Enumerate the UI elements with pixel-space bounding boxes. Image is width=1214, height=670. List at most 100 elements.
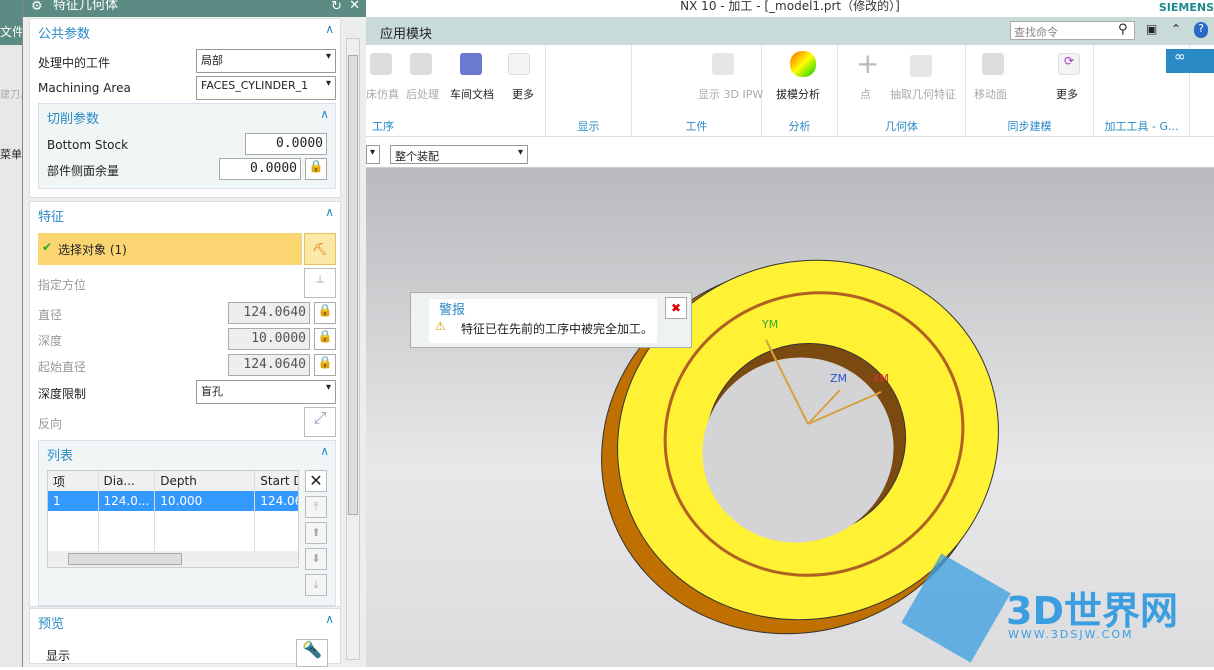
ribbon-tab-bar: 应用模块 查找命令 ⚲ ▣ ⌃ ? (366, 17, 1214, 45)
group-label: 工件 (685, 120, 708, 133)
section-header[interactable]: 切削参数 (47, 108, 99, 127)
machine-sim-button[interactable]: 床仿真 (366, 86, 399, 102)
graphics-viewport[interactable]: YM ZM XM 3D世界网 WWW.3DSJW.COM (366, 168, 1214, 667)
gear-icon: ⚙ (31, 0, 43, 14)
side-stock-label: 部件侧面余量 (47, 164, 120, 178)
warning-icon: ⚠ (435, 319, 446, 333)
search-icon[interactable]: ⚲ (1118, 22, 1128, 37)
column-header[interactable]: 项 (48, 471, 99, 491)
alert-message: 特征已在先前的工序中被完全加工。 (461, 322, 654, 336)
ribbon: 床仿真 后处理 车间文档 更多 工序 显示 显示 3D IPW 工件 拔模分析 … (366, 45, 1214, 137)
extract-geometry-button[interactable]: 抽取几何特征 (890, 86, 956, 102)
group-label: 显示 (577, 120, 600, 133)
group-label: 几何体 (885, 120, 918, 133)
close-icon[interactable]: ✖ (665, 297, 687, 319)
cut-params-subsection: 切削参数 ∧ Bottom Stock 0.0000 部件侧面余量 0.0000 … (38, 103, 336, 189)
watermark-url: WWW.3DSJW.COM (1008, 628, 1134, 641)
command-search-input[interactable]: 查找命令 (1010, 21, 1135, 40)
reset-icon[interactable]: ↻ (331, 0, 342, 13)
section-header[interactable]: 预览 (38, 613, 64, 632)
column-header[interactable]: Start Di (254, 471, 298, 491)
ribbon-group-sync-modeling: 移动面 ⟳ 更多 同步建模 (966, 45, 1094, 137)
table-header-row: 项 Dia... Depth Start Di (48, 471, 298, 491)
start-diameter-input[interactable]: 124.0640 (228, 354, 310, 376)
close-icon[interactable]: ✕ (349, 0, 360, 12)
filter-dropdown[interactable] (366, 145, 380, 164)
machining-area-label: Machining Area (38, 81, 131, 95)
ribbon-group-operation: 床仿真 后处理 车间文档 更多 工序 (366, 45, 546, 137)
section-header[interactable]: 公共参数 (38, 23, 90, 42)
table-row-empty (48, 531, 298, 551)
file-menu[interactable]: 文件( (0, 17, 24, 45)
alert-title: 警报 (439, 303, 466, 318)
chevron-up-icon[interactable]: ∧ (320, 444, 329, 458)
delete-icon[interactable]: ✕ (305, 470, 327, 492)
xm-axis-label: XM (872, 372, 890, 385)
tab-application-modules[interactable]: 应用模块 (380, 23, 432, 42)
show-3d-ipw-button[interactable]: 显示 3D IPW (698, 86, 763, 102)
select-object-row[interactable]: ✔ 选择对象 (1) (38, 233, 302, 265)
lock-icon[interactable]: 🔒 (314, 354, 336, 376)
workpiece-dropdown[interactable]: 局部 (196, 49, 336, 73)
scrollbar-thumb[interactable] (348, 55, 358, 515)
bottom-stock-label: Bottom Stock (47, 138, 129, 152)
floating-cloud-button[interactable]: ∞ (1166, 49, 1214, 73)
create-tool-label[interactable]: 建刀具 (0, 86, 24, 101)
cell: 124.0... (98, 491, 156, 511)
section-header[interactable]: 列表 (47, 445, 73, 464)
lock-icon[interactable]: 🔒 (305, 158, 327, 180)
common-params-section: 公共参数 ∧ 处理中的工件 局部 Machining Area FACES_CYL… (29, 18, 341, 198)
dialog-vertical-scrollbar[interactable] (346, 38, 360, 660)
preview-section: 预览 ∧ 显示 🔦 (29, 608, 341, 667)
draft-analysis-button[interactable]: 拔模分析 (776, 86, 820, 102)
bottom-stock-input[interactable]: 0.0000 (245, 133, 327, 155)
scrollbar-thumb[interactable] (68, 553, 182, 565)
table-row-empty (48, 511, 298, 531)
diameter-input[interactable]: 124.0640 (228, 302, 310, 324)
menu-button[interactable]: 菜单 (0, 146, 24, 162)
depth-label: 深度 (38, 334, 63, 348)
move-up-icon[interactable]: ⬆ (305, 522, 327, 544)
chevron-up-icon[interactable]: ∧ (320, 107, 329, 121)
window-icon[interactable]: ▣ (1146, 22, 1157, 36)
move-top-icon[interactable]: ⤒ (305, 496, 327, 518)
reverse-direction-icon[interactable]: ⤢ (304, 407, 336, 437)
feature-section: 特征 ∧ ✔ 选择对象 (1) ⛏ 指定方位 ⟂ 直径 124.0640 🔒 深度… (29, 201, 341, 607)
move-down-icon[interactable]: ⬇ (305, 548, 327, 570)
section-header[interactable]: 特征 (38, 206, 64, 225)
group-label: 工序 (372, 120, 394, 133)
more-button[interactable]: 更多 (1056, 86, 1078, 102)
side-stock-input[interactable]: 0.0000 (219, 158, 301, 180)
depth-limit-dropdown[interactable]: 盲孔 (196, 380, 336, 404)
depth-limit-label: 深度限制 (38, 387, 87, 401)
more-button[interactable]: 更多 (512, 86, 534, 102)
horizontal-scrollbar[interactable] (48, 551, 298, 567)
feature-list-table: 项 Dia... Depth Start Di 1 124.0... 10.00… (47, 470, 299, 568)
depth-input[interactable]: 10.0000 (228, 328, 310, 350)
machining-area-dropdown[interactable]: FACES_CYLINDER_1 (196, 76, 336, 100)
point-button[interactable]: 点 (860, 86, 871, 102)
ribbon-group-analysis: 拔模分析 分析 (762, 45, 838, 137)
ribbon-group-display: 显示 (546, 45, 632, 137)
select-feature-icon[interactable]: ⛏ (304, 233, 336, 265)
lock-icon[interactable]: 🔒 (314, 302, 336, 324)
csys-icon[interactable]: ⟂ (304, 268, 336, 298)
feature-geometry-dialog: ⚙ 特征几何体 ↻ ✕ 公共参数 ∧ 处理中的工件 局部 Machining Ar… (22, 0, 366, 667)
move-bottom-icon[interactable]: ⤓ (305, 574, 327, 596)
move-face-button[interactable]: 移动面 (974, 86, 1007, 102)
column-header[interactable]: Dia... (98, 471, 156, 491)
table-row[interactable]: 1 124.0... 10.000 124.064 (48, 491, 298, 511)
chevron-up-icon[interactable]: ∧ (325, 205, 334, 219)
collapse-ribbon-icon[interactable]: ⌃ (1171, 22, 1181, 36)
column-header[interactable]: Depth (154, 471, 256, 491)
postprocess-button[interactable]: 后处理 (406, 86, 439, 102)
assembly-scope-dropdown[interactable]: 整个装配 (390, 145, 528, 164)
lock-icon[interactable]: 🔒 (314, 328, 336, 350)
help-icon[interactable]: ? (1194, 22, 1208, 38)
flashlight-icon[interactable]: 🔦 (296, 639, 328, 667)
group-label: 加工工具 - G... (1104, 120, 1179, 133)
chevron-up-icon[interactable]: ∧ (325, 612, 334, 626)
shop-doc-button[interactable]: 车间文档 (450, 86, 494, 102)
group-label: 分析 (788, 120, 811, 133)
chevron-up-icon[interactable]: ∧ (325, 22, 334, 36)
